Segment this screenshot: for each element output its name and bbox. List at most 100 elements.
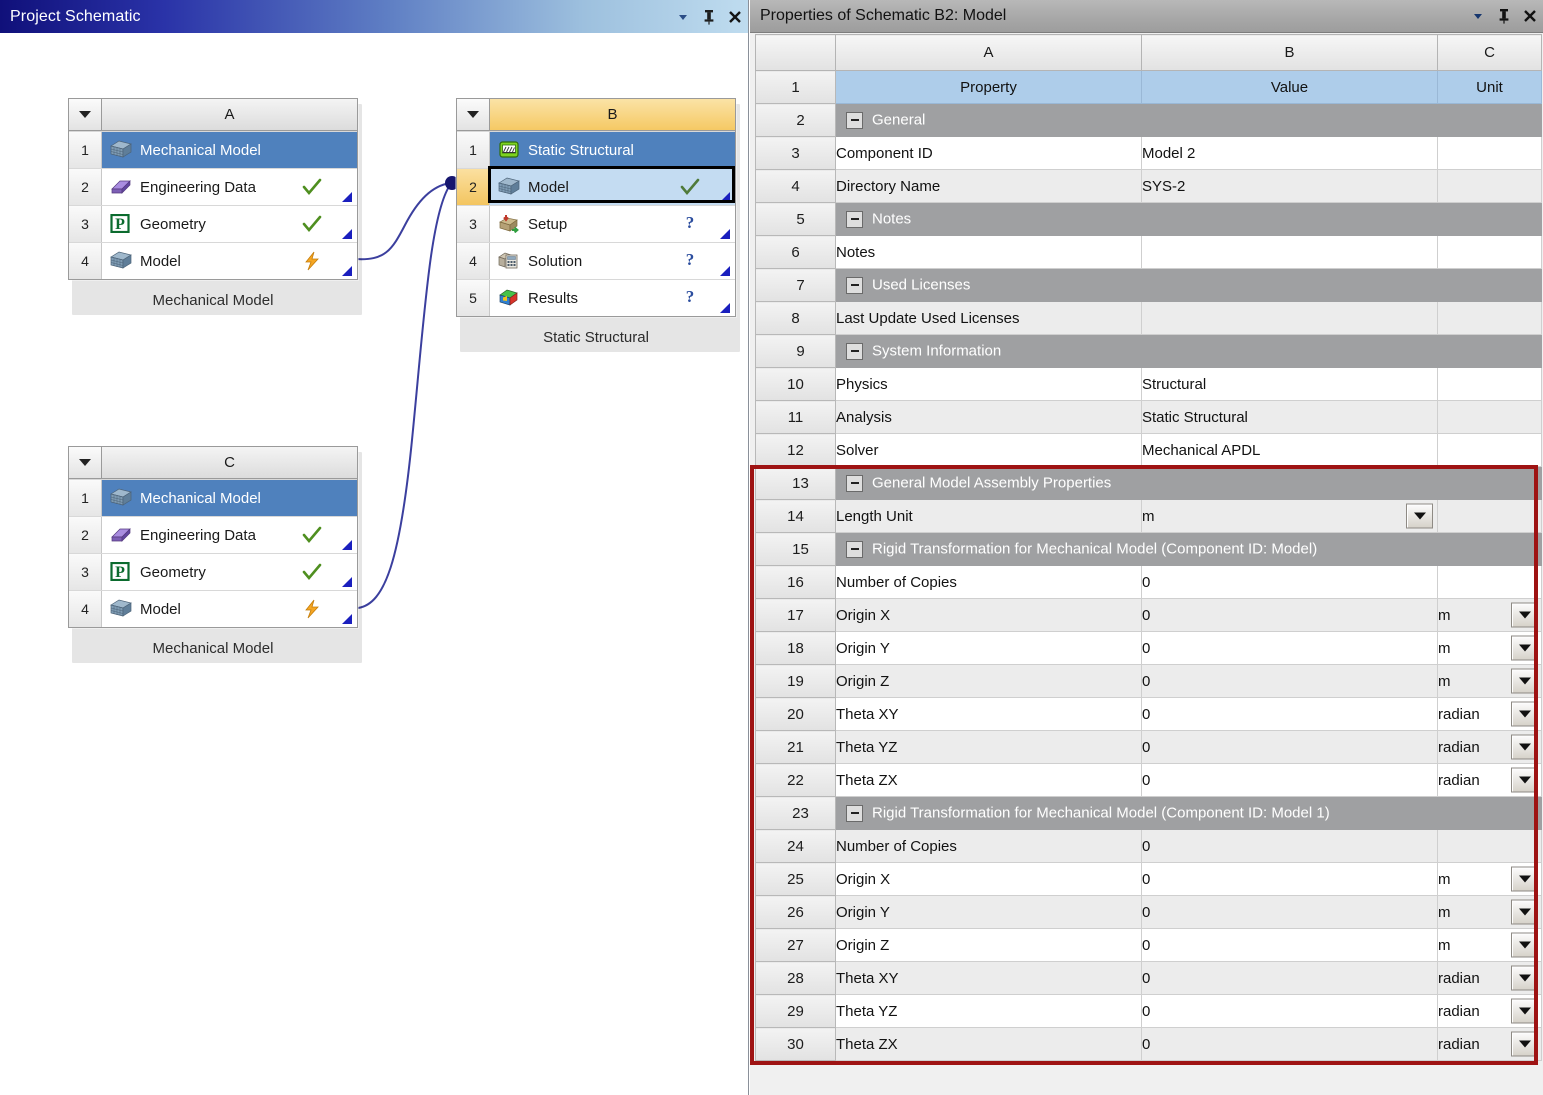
properties-row-5[interactable]: 5Notes [756, 203, 1542, 236]
properties-row-23[interactable]: 23Rigid Transformation for Mechanical Mo… [756, 797, 1542, 830]
expand-corner-icon[interactable] [342, 266, 352, 276]
expand-corner-icon[interactable] [720, 229, 730, 239]
properties-row-12[interactable]: 12SolverMechanical APDL [756, 434, 1542, 467]
property-value-cell[interactable]: Structural [1142, 368, 1438, 401]
group-header-cell[interactable]: Rigid Transformation for Mechanical Mode… [836, 533, 1542, 566]
group-header-cell[interactable]: System Information [836, 335, 1542, 368]
property-unit-cell[interactable] [1438, 236, 1542, 269]
properties-row-7[interactable]: 7Used Licenses [756, 269, 1542, 302]
unit-dropdown-button[interactable] [1511, 603, 1538, 628]
property-value-cell[interactable]: 0 [1142, 632, 1438, 665]
block-b-menu-button[interactable] [457, 99, 490, 130]
properties-row-11[interactable]: 11AnalysisStatic Structural [756, 401, 1542, 434]
property-unit-cell[interactable]: radian [1438, 764, 1542, 797]
block-a-row-1[interactable]: 1 Mechanical Model [69, 131, 357, 168]
properties-row-6[interactable]: 6Notes [756, 236, 1542, 269]
property-unit-cell[interactable]: m [1438, 632, 1542, 665]
block-b-row-2[interactable]: 2 Model [457, 168, 735, 205]
block-c-row-1[interactable]: 1 Mechanical Model [69, 479, 357, 516]
property-value-cell[interactable] [1142, 236, 1438, 269]
properties-row-3[interactable]: 3Component IDModel 2 [756, 137, 1542, 170]
properties-row-26[interactable]: 26Origin Y0m [756, 896, 1542, 929]
property-value-cell[interactable] [1142, 302, 1438, 335]
property-unit-cell[interactable] [1438, 500, 1542, 533]
property-unit-cell[interactable]: m [1438, 599, 1542, 632]
block-b-row-1[interactable]: 1 Static Structural [457, 131, 735, 168]
block-c-row-2[interactable]: 2 Engineering Data [69, 516, 357, 553]
properties-row-21[interactable]: 21Theta YZ0radian [756, 731, 1542, 764]
property-unit-cell[interactable] [1438, 137, 1542, 170]
column-header-b[interactable]: B [1142, 35, 1438, 71]
property-unit-cell[interactable] [1438, 302, 1542, 335]
collapse-minus-icon[interactable] [846, 277, 863, 294]
expand-corner-icon[interactable] [342, 540, 352, 550]
column-header-c[interactable]: C [1438, 35, 1542, 71]
property-value-cell[interactable]: 0 [1142, 731, 1438, 764]
unit-dropdown-button[interactable] [1511, 999, 1538, 1024]
property-unit-cell[interactable] [1438, 170, 1542, 203]
chevron-down-icon[interactable] [670, 4, 696, 30]
property-value-cell[interactable]: 0 [1142, 830, 1438, 863]
property-unit-cell[interactable] [1438, 401, 1542, 434]
row-cell[interactable]: Static Structural [490, 132, 735, 168]
property-unit-cell[interactable]: radian [1438, 962, 1542, 995]
unit-dropdown-button[interactable] [1511, 966, 1538, 991]
properties-row-14[interactable]: 14Length Unitm [756, 500, 1542, 533]
block-c-row-4[interactable]: 4 Model [69, 590, 357, 627]
property-unit-cell[interactable]: radian [1438, 698, 1542, 731]
properties-row-15[interactable]: 15Rigid Transformation for Mechanical Mo… [756, 533, 1542, 566]
collapse-minus-icon[interactable] [846, 112, 863, 129]
block-b-row-3[interactable]: 3 Setup [457, 205, 735, 242]
unit-dropdown-button[interactable] [1511, 933, 1538, 958]
expand-corner-icon[interactable] [720, 266, 730, 276]
properties-row-25[interactable]: 25Origin X0m [756, 863, 1542, 896]
properties-row-28[interactable]: 28Theta XY0radian [756, 962, 1542, 995]
chevron-down-icon[interactable] [1465, 3, 1491, 29]
property-value-cell[interactable]: 0 [1142, 929, 1438, 962]
property-value-cell[interactable]: 0 [1142, 995, 1438, 1028]
block-c-menu-button[interactable] [69, 447, 102, 478]
pin-icon[interactable] [1491, 3, 1517, 29]
properties-row-24[interactable]: 24Number of Copies0 [756, 830, 1542, 863]
property-value-cell[interactable]: 0 [1142, 1028, 1438, 1061]
property-value-cell[interactable]: m [1142, 500, 1438, 533]
properties-row-20[interactable]: 20Theta XY0radian [756, 698, 1542, 731]
unit-dropdown-button[interactable] [1511, 702, 1538, 727]
property-value-cell[interactable]: 0 [1142, 962, 1438, 995]
schematic-block-b[interactable]: B 1 Static Structural [456, 98, 736, 346]
property-value-cell[interactable]: 0 [1142, 665, 1438, 698]
unit-dropdown-button[interactable] [1511, 867, 1538, 892]
expand-corner-icon[interactable] [720, 192, 730, 202]
collapse-minus-icon[interactable] [846, 343, 863, 360]
property-value-cell[interactable]: Mechanical APDL [1142, 434, 1438, 467]
property-value-cell[interactable]: Static Structural [1142, 401, 1438, 434]
property-unit-cell[interactable] [1438, 566, 1542, 599]
property-value-cell[interactable]: Model 2 [1142, 137, 1438, 170]
group-header-cell[interactable]: Notes [836, 203, 1542, 236]
collapse-minus-icon[interactable] [846, 805, 863, 822]
property-unit-cell[interactable]: m [1438, 929, 1542, 962]
properties-row-1[interactable]: 1PropertyValueUnit [756, 71, 1542, 104]
row-cell[interactable]: Mechanical Model [102, 480, 357, 516]
properties-row-30[interactable]: 30Theta ZX0radian [756, 1028, 1542, 1061]
block-b-row-4[interactable]: 4 [457, 242, 735, 279]
close-icon[interactable] [1517, 3, 1543, 29]
expand-corner-icon[interactable] [342, 192, 352, 202]
properties-row-10[interactable]: 10PhysicsStructural [756, 368, 1542, 401]
expand-corner-icon[interactable] [342, 577, 352, 587]
property-unit-cell[interactable]: m [1438, 665, 1542, 698]
unit-dropdown-button[interactable] [1511, 669, 1538, 694]
properties-row-27[interactable]: 27Origin Z0m [756, 929, 1542, 962]
property-value-cell[interactable]: 0 [1142, 863, 1438, 896]
block-a-header[interactable]: A [69, 99, 357, 131]
property-unit-cell[interactable]: radian [1438, 1028, 1542, 1061]
close-icon[interactable] [722, 4, 748, 30]
block-a-row-3[interactable]: 3 P Geometry [69, 205, 357, 242]
property-unit-cell[interactable]: m [1438, 863, 1542, 896]
collapse-minus-icon[interactable] [846, 475, 863, 492]
unit-dropdown-button[interactable] [1511, 768, 1538, 793]
properties-row-8[interactable]: 8Last Update Used Licenses [756, 302, 1542, 335]
unit-dropdown-button[interactable] [1511, 900, 1538, 925]
properties-row-22[interactable]: 22Theta ZX0radian [756, 764, 1542, 797]
group-header-cell[interactable]: Used Licenses [836, 269, 1542, 302]
